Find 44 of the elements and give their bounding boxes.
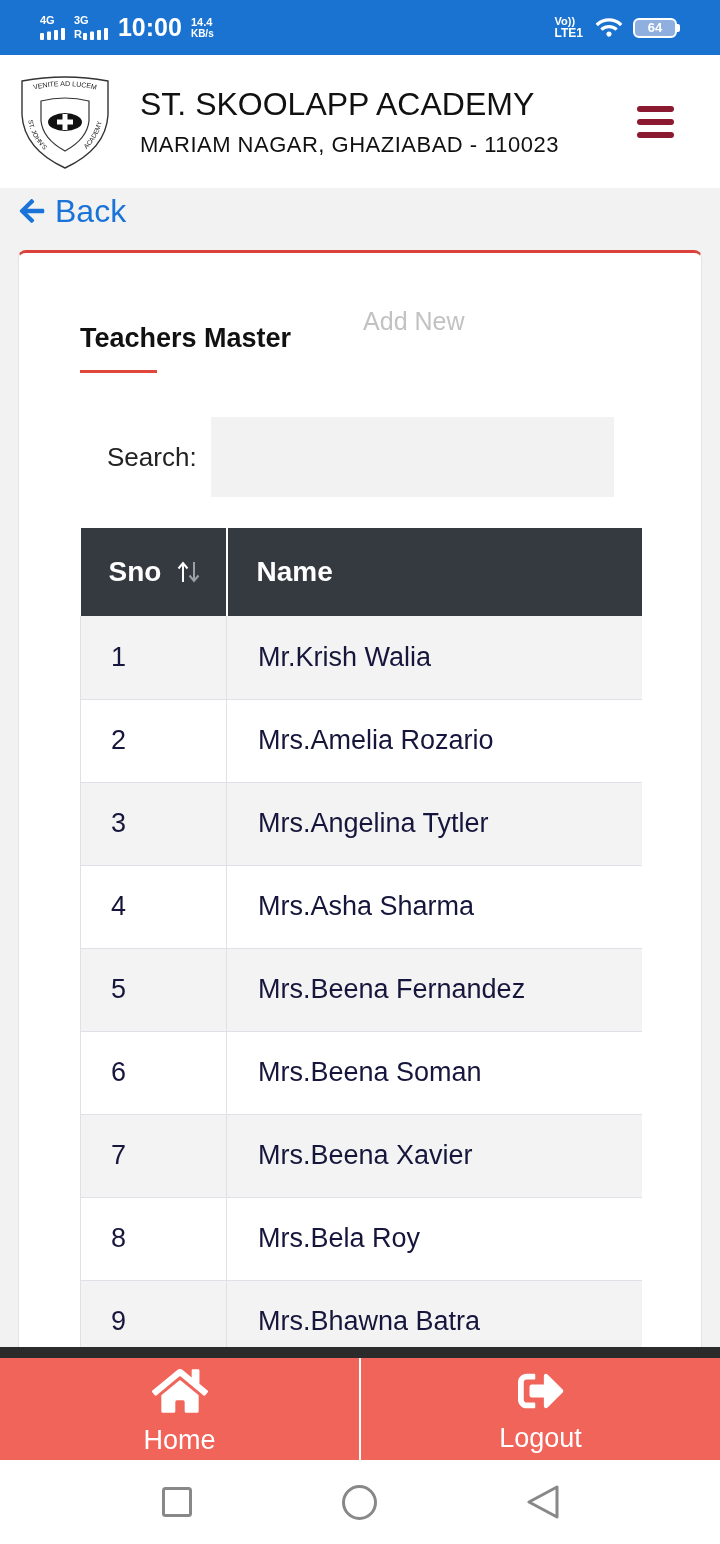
battery-indicator: 64	[633, 17, 680, 38]
wifi-icon	[595, 17, 623, 38]
column-header[interactable]: Sno	[80, 528, 227, 616]
back-arrow-icon	[18, 197, 46, 225]
add-new-button[interactable]: Add New	[363, 306, 465, 336]
home-icon	[151, 1366, 208, 1416]
school-address: MARIAM NAGAR, GHAZIABAD - 110023	[140, 131, 560, 158]
network-type-label: 4G	[40, 15, 55, 26]
back-triangle-icon[interactable]	[526, 1485, 559, 1519]
table-cell: Mrs.Beena Fernandez	[226, 948, 642, 1031]
table-cell: 5	[80, 948, 227, 1031]
search-label: Search:	[107, 440, 197, 474]
cross-emblem-icon	[48, 112, 82, 131]
column-header: Name	[226, 528, 642, 616]
table-cell: 1	[80, 616, 227, 699]
table-cell: Mrs.Amelia Rozario	[226, 699, 642, 782]
signal-icon	[82, 28, 109, 40]
table-cell: Mr.Krish Walia	[226, 616, 642, 699]
table-cell: 4	[80, 865, 227, 948]
table-cell: Mrs.Asha Sharma	[226, 865, 642, 948]
table-cell: Mrs.Bela Roy	[226, 1197, 642, 1280]
data-speed-value: 14.4	[190, 16, 214, 28]
network-type-label: 3G	[74, 15, 89, 26]
clock-time: 10:00	[117, 15, 182, 40]
bottom-nav-button[interactable]: Logout	[361, 1358, 720, 1460]
table-cell: Mrs.Beena Soman	[226, 1031, 642, 1114]
lte-label: LTE1	[554, 27, 583, 39]
table-cell: Mrs.Angelina Tytler	[226, 782, 642, 865]
home-circle-icon[interactable]	[341, 1484, 377, 1520]
table-cell: 8	[80, 1197, 227, 1280]
table-cell: 7	[80, 1114, 227, 1197]
page-title: Teachers Master	[80, 322, 292, 354]
data-speed-unit: KB/s	[190, 28, 214, 39]
menu-button[interactable]	[637, 105, 674, 138]
table-cell: 2	[80, 699, 227, 782]
table-cell: 3	[80, 782, 227, 865]
table-cell: Mrs.Beena Xavier	[226, 1114, 642, 1197]
signal-icon	[40, 28, 66, 40]
table-cell: 6	[80, 1031, 227, 1114]
back-link[interactable]: Back	[18, 192, 127, 230]
recent-apps-icon[interactable]	[161, 1487, 192, 1517]
volte-label: Vo))	[554, 16, 576, 27]
roaming-label: R	[74, 29, 82, 40]
school-name: ST. SKOOLAPP ACADEMY	[140, 85, 536, 122]
